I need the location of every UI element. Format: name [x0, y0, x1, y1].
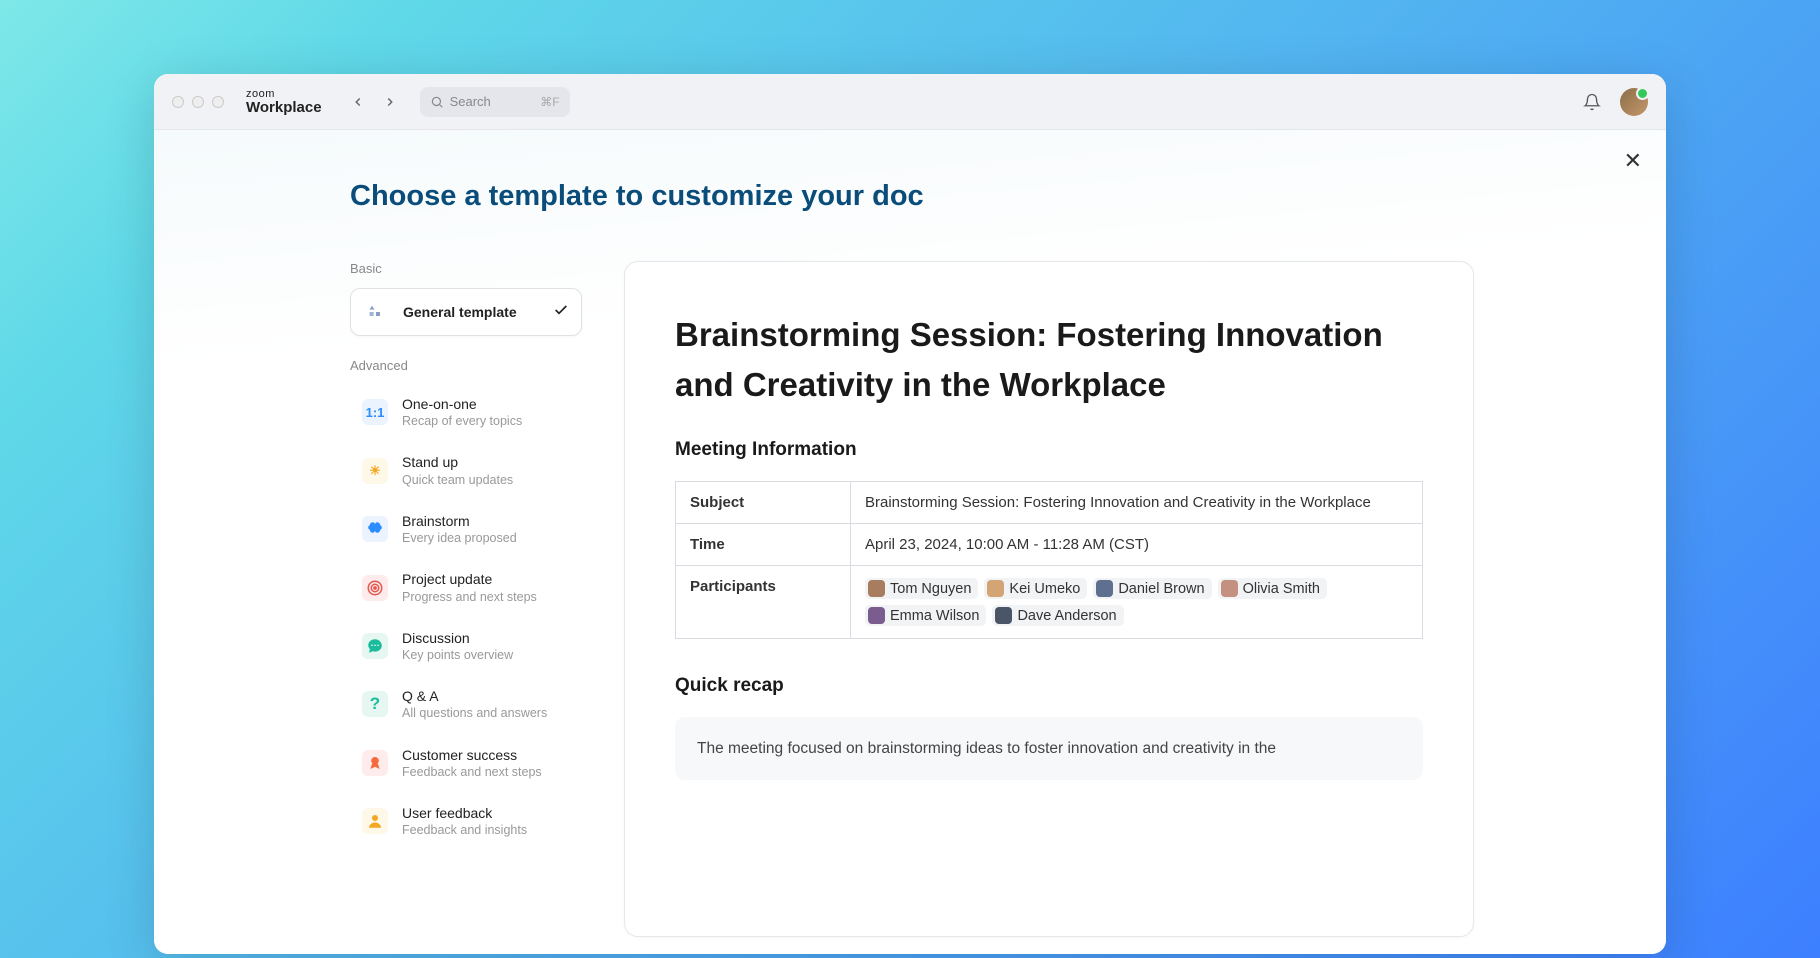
template-standup[interactable]: ☀ Stand up Quick team updates: [350, 443, 582, 497]
doc-title: Brainstorming Session: Fostering Innovat…: [675, 310, 1423, 409]
close-button[interactable]: ✕: [1624, 148, 1642, 174]
one-on-one-icon: 1:1: [362, 399, 388, 425]
time-label: Time: [676, 524, 851, 566]
meeting-info-heading: Meeting Information: [675, 439, 1423, 461]
layout: Basic General template Advanced 1:1: [154, 213, 1666, 937]
participant-avatar: [995, 607, 1012, 624]
app-window: zoom Workplace Search ⌘F Home Meetings: [154, 74, 1666, 954]
template-name: General template: [403, 303, 539, 321]
user-icon: [362, 808, 388, 834]
history-nav: [344, 88, 404, 116]
participant-name: Dave Anderson: [1017, 608, 1116, 624]
template-general[interactable]: General template: [350, 288, 582, 336]
participant-avatar: [868, 607, 885, 624]
template-name: Discussion: [402, 629, 570, 647]
participant-name: Kei Umeko: [1009, 581, 1080, 597]
recap-text: The meeting focused on brainstorming ide…: [675, 717, 1423, 780]
question-icon: ?: [362, 691, 388, 717]
template-customer-success[interactable]: Customer success Feedback and next steps: [350, 736, 582, 790]
participant-chip[interactable]: Kei Umeko: [984, 578, 1087, 599]
template-desc: Quick team updates: [402, 472, 570, 488]
participants-value: Tom Nguyen Kei Umeko Daniel Brown Olivia Sm…: [851, 566, 1423, 639]
sun-icon: ☀: [362, 458, 388, 484]
participant-avatar: [1221, 580, 1238, 597]
basic-section-label: Basic: [350, 261, 582, 276]
template-name: Brainstorm: [402, 512, 570, 530]
template-sidebar: Basic General template Advanced 1:1: [350, 261, 582, 937]
template-desc: Feedback and insights: [402, 822, 570, 838]
template-user-feedback[interactable]: User feedback Feedback and insights: [350, 794, 582, 848]
back-button[interactable]: [344, 88, 372, 116]
template-desc: Every idea proposed: [402, 530, 570, 546]
participant-chip[interactable]: Daniel Brown: [1093, 578, 1211, 599]
search-input[interactable]: Search ⌘F: [420, 87, 570, 117]
template-desc: Feedback and next steps: [402, 764, 570, 780]
template-name: Project update: [402, 570, 570, 588]
template-qa[interactable]: ? Q & A All questions and answers: [350, 677, 582, 731]
template-name: One-on-one: [402, 395, 570, 413]
participant-name: Daniel Brown: [1118, 581, 1204, 597]
brain-icon: [362, 516, 388, 542]
participant-chip[interactable]: Tom Nguyen: [865, 578, 978, 599]
template-name: Customer success: [402, 746, 570, 764]
user-avatar[interactable]: [1620, 88, 1648, 116]
titlebar: zoom Workplace Search ⌘F Home Meetings: [154, 74, 1666, 130]
traffic-lights: [172, 96, 224, 108]
target-icon: [362, 575, 388, 601]
advanced-section-label: Advanced: [350, 358, 582, 373]
template-name: Stand up: [402, 453, 570, 471]
traffic-zoom[interactable]: [212, 96, 224, 108]
chat-icon: [362, 633, 388, 659]
ribbon-icon: [362, 750, 388, 776]
check-icon: [553, 302, 569, 323]
template-desc: Key points overview: [402, 647, 570, 663]
bell-icon: [1583, 93, 1601, 111]
participant-avatar: [1096, 580, 1113, 597]
subject-value: Brainstorming Session: Fostering Innovat…: [851, 482, 1423, 524]
notifications-button[interactable]: [1578, 88, 1606, 116]
participants-chips: Tom Nguyen Kei Umeko Daniel Brown Olivia Sm…: [865, 578, 1408, 626]
participant-name: Tom Nguyen: [890, 581, 971, 597]
page-title: Choose a template to customize your doc: [154, 130, 1666, 213]
search-icon: [430, 95, 444, 109]
traffic-minimize[interactable]: [192, 96, 204, 108]
template-project-update[interactable]: Project update Progress and next steps: [350, 560, 582, 614]
meeting-info-table: Subject Brainstorming Session: Fostering…: [675, 481, 1423, 639]
brand-logo: zoom Workplace: [246, 89, 322, 115]
participant-chip[interactable]: Emma Wilson: [865, 605, 986, 626]
participant-avatar: [987, 580, 1004, 597]
template-desc: All questions and answers: [402, 705, 570, 721]
participant-avatar: [868, 580, 885, 597]
template-name: User feedback: [402, 804, 570, 822]
participant-chip[interactable]: Olivia Smith: [1218, 578, 1327, 599]
titlebar-right: [1578, 88, 1648, 116]
table-row-subject: Subject Brainstorming Session: Fostering…: [676, 482, 1423, 524]
search-shortcut: ⌘F: [540, 95, 559, 109]
participant-chip[interactable]: Dave Anderson: [992, 605, 1123, 626]
recap-heading: Quick recap: [675, 675, 1423, 697]
time-value: April 23, 2024, 10:00 AM - 11:28 AM (CST…: [851, 524, 1423, 566]
template-brainstorm[interactable]: Brainstorm Every idea proposed: [350, 502, 582, 556]
template-one-on-one[interactable]: 1:1 One-on-one Recap of every topics: [350, 385, 582, 439]
subject-label: Subject: [676, 482, 851, 524]
forward-button[interactable]: [376, 88, 404, 116]
doc-preview: Brainstorming Session: Fostering Innovat…: [624, 261, 1474, 937]
participant-name: Emma Wilson: [890, 608, 979, 624]
table-row-participants: Participants Tom Nguyen Kei Umeko Daniel B…: [676, 566, 1423, 639]
shapes-icon: [363, 299, 389, 325]
participant-name: Olivia Smith: [1243, 581, 1320, 597]
participants-label: Participants: [676, 566, 851, 639]
traffic-close[interactable]: [172, 96, 184, 108]
content-area: ✕ Choose a template to customize your do…: [154, 130, 1666, 954]
template-desc: Recap of every topics: [402, 413, 570, 429]
template-desc: Progress and next steps: [402, 589, 570, 605]
template-name: Q & A: [402, 687, 570, 705]
template-discussion[interactable]: Discussion Key points overview: [350, 619, 582, 673]
search-placeholder: Search: [450, 94, 491, 109]
table-row-time: Time April 23, 2024, 10:00 AM - 11:28 AM…: [676, 524, 1423, 566]
